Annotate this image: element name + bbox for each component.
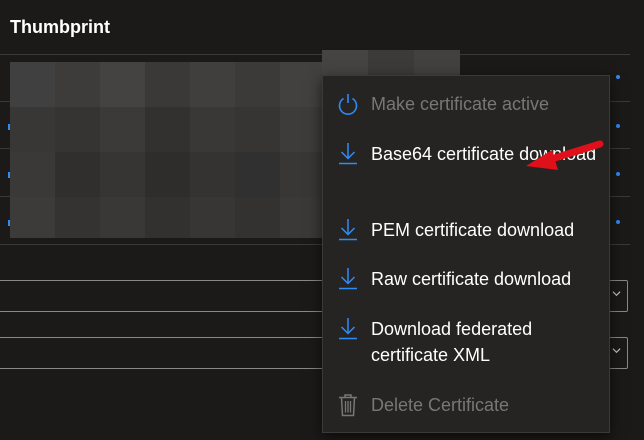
menu-item-label: Make certificate active: [371, 94, 550, 114]
power-icon: [338, 94, 358, 115]
menu-item-label: Download federated certificate XML: [371, 319, 533, 365]
redacted-header-region: [322, 50, 460, 76]
row-more-actions-icon[interactable]: [616, 172, 620, 176]
redacted-thumbprints: [10, 62, 322, 238]
menu-item-label: Raw certificate download: [371, 269, 572, 289]
download-icon: [339, 143, 357, 165]
red-annotation-arrow-icon: [526, 140, 604, 170]
chevron-down-icon: [612, 348, 621, 354]
trash-icon: [339, 394, 357, 417]
download-icon: [339, 268, 357, 290]
menu-item-label: PEM certificate download: [371, 220, 575, 240]
row-more-actions-icon[interactable]: [616, 220, 620, 224]
row-more-actions-icon[interactable]: [616, 124, 620, 128]
row-more-actions-icon[interactable]: [616, 75, 620, 79]
menu-item-label: Delete Certificate: [371, 395, 510, 415]
download-icon: [339, 219, 357, 241]
column-header-thumbprint: Thumbprint: [10, 17, 110, 37]
download-icon: [339, 318, 357, 340]
chevron-down-icon: [612, 291, 621, 297]
certificate-context-menu: Make certificate active Base64 certifica…: [322, 75, 610, 433]
header-divider: [0, 54, 630, 55]
